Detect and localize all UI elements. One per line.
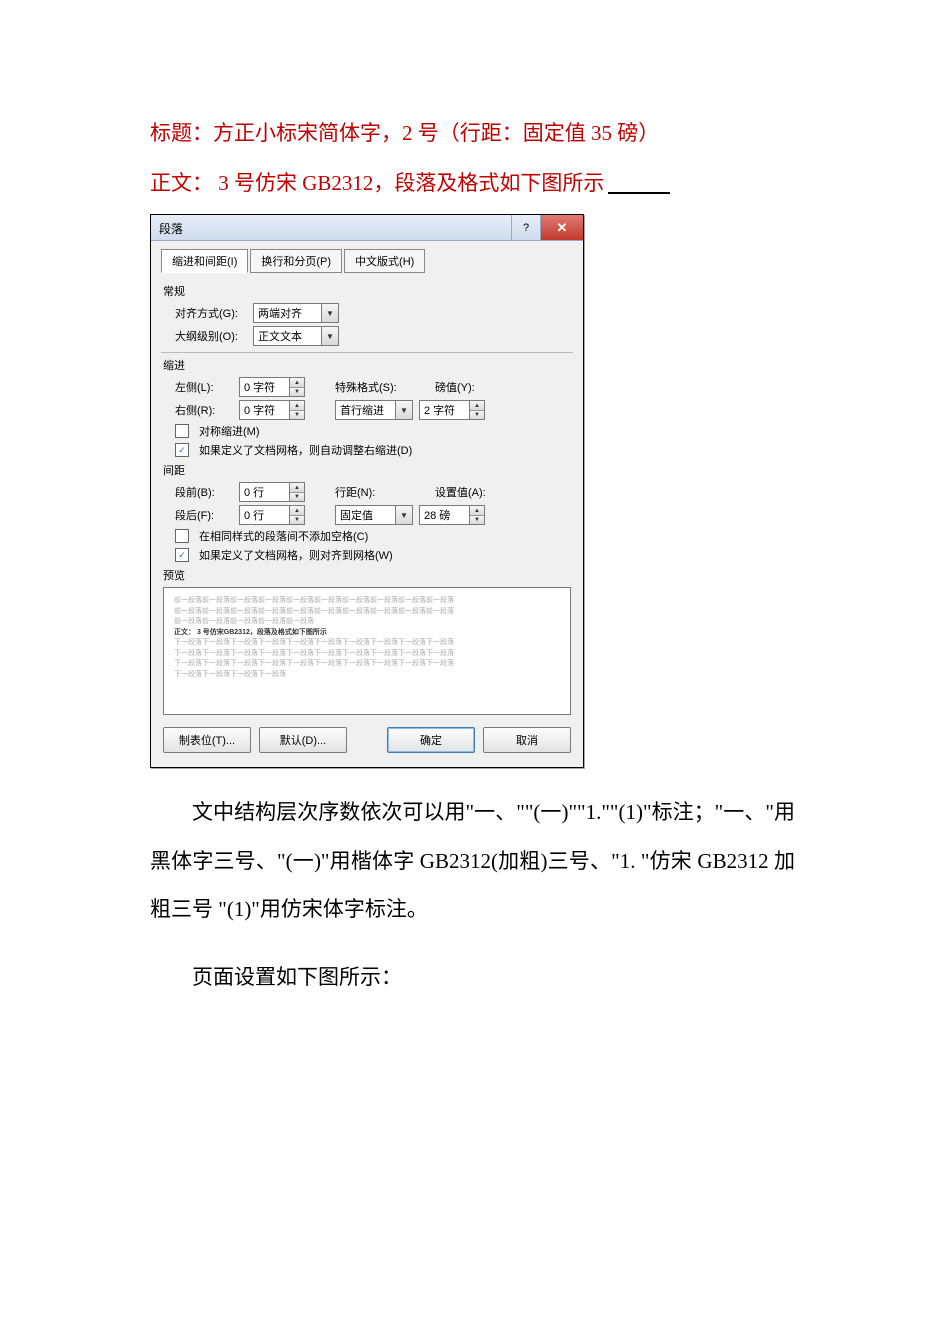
right-value: 0 字符	[244, 402, 289, 418]
tabs: 缩进和间距(I) 换行和分页(P) 中文版式(H)	[161, 249, 573, 273]
alignment-value: 两端对齐	[258, 305, 321, 321]
before-spinner[interactable]: 0 行 ▲▼	[239, 482, 305, 502]
line-spacing-label: 行距(N):	[335, 484, 405, 500]
tabs-button[interactable]: 制表位(T)...	[163, 727, 251, 753]
by-spinner[interactable]: 2 字符 ▲▼	[419, 400, 485, 420]
body-instruction: 正文： 3 号仿宋 GB2312，段落及格式如下图所示	[150, 160, 795, 206]
cancel-button[interactable]: 取消	[483, 727, 571, 753]
outline-label: 大纲级别(O):	[175, 328, 247, 344]
tab-indent-spacing[interactable]: 缩进和间距(I)	[161, 249, 248, 273]
right-spinner[interactable]: 0 字符 ▲▼	[239, 400, 305, 420]
outline-value: 正文文本	[258, 328, 321, 344]
tab-line-page-breaks[interactable]: 换行和分页(P)	[250, 249, 342, 273]
chevron-down-icon: ▼	[395, 506, 412, 524]
left-value: 0 字符	[244, 379, 289, 395]
group-preview-title: 预览	[163, 567, 573, 583]
before-value: 0 行	[244, 484, 289, 500]
close-button[interactable]: ✕	[540, 215, 583, 240]
special-combo[interactable]: 首行缩进 ▼	[335, 400, 413, 420]
alignment-combo[interactable]: 两端对齐 ▼	[253, 303, 339, 323]
underline	[608, 189, 670, 194]
right-label: 右侧(R):	[175, 402, 233, 418]
at-label: 设置值(A):	[435, 484, 486, 500]
outline-combo[interactable]: 正文文本 ▼	[253, 326, 339, 346]
snap-grid-label: 如果定义了文档网格，则对齐到网格(W)	[199, 547, 393, 563]
body-instruction-text: 正文： 3 号仿宋 GB2312，段落及格式如下图所示	[150, 171, 604, 195]
group-spacing-title: 间距	[163, 462, 573, 478]
alignment-label: 对齐方式(G):	[175, 305, 247, 321]
preview-box: 前一段落前一段落前一段落前一段落前一段落前一段落前一段落前一段落前一段落前一段落…	[163, 587, 571, 715]
no-space-label: 在相同样式的段落间不添加空格(C)	[199, 528, 368, 544]
chevron-down-icon: ▼	[321, 327, 338, 345]
special-value: 首行缩进	[340, 402, 395, 418]
before-label: 段前(B):	[175, 484, 233, 500]
at-spinner[interactable]: 28 磅 ▲▼	[419, 505, 485, 525]
at-value: 28 磅	[424, 507, 469, 523]
mirror-label: 对称缩进(M)	[199, 423, 260, 439]
left-label: 左侧(L):	[175, 379, 233, 395]
tab-chinese-typography[interactable]: 中文版式(H)	[344, 249, 425, 273]
left-spinner[interactable]: 0 字符 ▲▼	[239, 377, 305, 397]
after-spinner[interactable]: 0 行 ▲▼	[239, 505, 305, 525]
paragraph-1: 文中结构层次序数依次可以用"一、""(一)""1.""(1)"标注；"一、"用黑…	[150, 788, 795, 933]
mirror-checkbox[interactable]	[175, 424, 189, 438]
by-value: 2 字符	[424, 402, 469, 418]
chevron-down-icon: ▼	[321, 304, 338, 322]
chevron-down-icon: ▼	[395, 401, 412, 419]
group-general-title: 常规	[163, 283, 573, 299]
title-bar: 段落 ? ✕	[151, 215, 583, 241]
line-spacing-value: 固定值	[340, 507, 395, 523]
help-button[interactable]: ?	[511, 215, 540, 240]
after-label: 段后(F):	[175, 507, 233, 523]
title-instruction: 标题：方正小标宋简体字，2 号（行距：固定值 35 磅）	[150, 110, 795, 156]
auto-right-label: 如果定义了文档网格，则自动调整右缩进(D)	[199, 442, 412, 458]
no-space-checkbox[interactable]	[175, 529, 189, 543]
by-label: 磅值(Y):	[435, 379, 475, 395]
after-value: 0 行	[244, 507, 289, 523]
default-button[interactable]: 默认(D)...	[259, 727, 347, 753]
dialog-title: 段落	[151, 215, 511, 240]
preview-sample: 正文： 3 号仿宋GB2312，段落及格式如下图所示	[174, 628, 560, 639]
group-indent-title: 缩进	[163, 357, 573, 373]
paragraph-2: 页面设置如下图所示：	[150, 953, 795, 1001]
special-label: 特殊格式(S):	[335, 379, 405, 395]
line-spacing-combo[interactable]: 固定值 ▼	[335, 505, 413, 525]
snap-grid-checkbox[interactable]: ✓	[175, 548, 189, 562]
ok-button[interactable]: 确定	[387, 727, 475, 753]
auto-right-checkbox[interactable]: ✓	[175, 443, 189, 457]
paragraph-dialog: 段落 ? ✕ 缩进和间距(I) 换行和分页(P) 中文版式(H) 常规 对齐方式…	[150, 214, 584, 768]
